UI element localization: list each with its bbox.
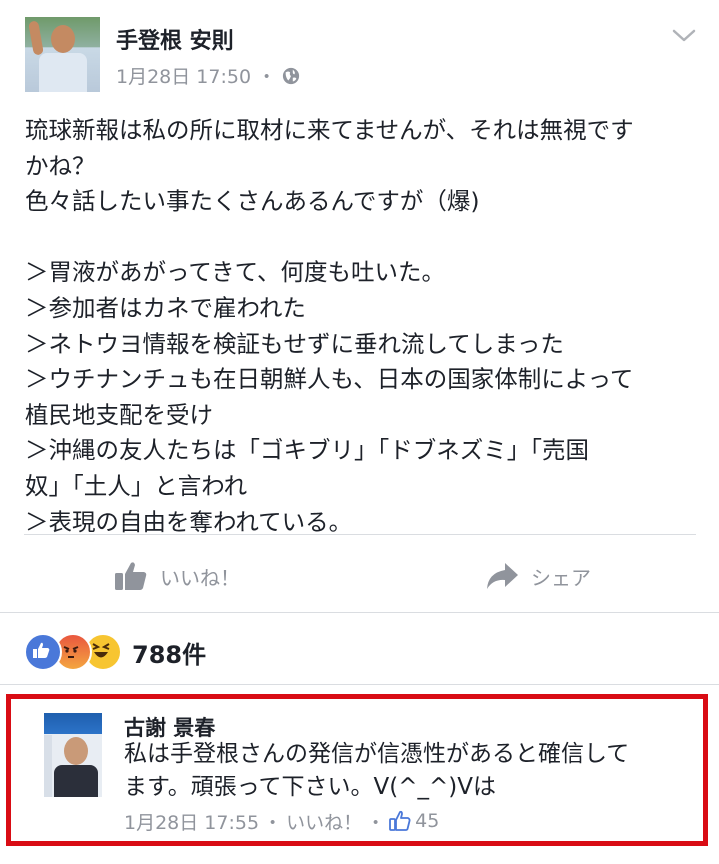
- meta-separator: ・: [257, 66, 277, 88]
- post-body-line: ＞ネトウヨ情報を検証もせずに垂れ流してしまった: [25, 329, 564, 358]
- post-header: 手登根 安則 1月28日 17:50 ・: [0, 0, 719, 105]
- like-button-label: いいね！: [160, 565, 240, 590]
- post-body-line: [25, 220, 697, 256]
- reactions-summary[interactable]: 788件: [24, 632, 206, 672]
- commenter-avatar[interactable]: [44, 713, 102, 797]
- comment-text-line: 私は手登根さんの発信が信憑性があると確信して: [124, 741, 630, 767]
- post-body-line: ＞沖縄の友人たちは「ゴキブリ」「ドブネズミ」「売国: [25, 436, 589, 465]
- divider: [24, 534, 696, 535]
- post-menu-button[interactable]: [670, 26, 698, 46]
- chevron-down-icon: [672, 29, 696, 42]
- post-meta: 1月28日 17:50 ・: [116, 62, 300, 89]
- comment-text-line: ます。頑張って下さい。V(^_^)Vは: [124, 774, 497, 800]
- reaction-count: 788件: [132, 640, 207, 669]
- post-body-line: 奴」「土人」と言われ: [25, 471, 248, 500]
- comment-separator: ・: [263, 811, 283, 834]
- globe-icon: [282, 67, 300, 84]
- comment-like-link[interactable]: いいね！: [286, 808, 362, 835]
- post-timestamp[interactable]: 1月28日 17:50: [116, 62, 251, 89]
- post-body: 琉球新報は私の所に取材に来てませんが、それは無視です かね？ 色々話したい事たく…: [25, 113, 697, 540]
- comment-like-count[interactable]: 45: [415, 810, 439, 832]
- author-name[interactable]: 手登根 安則: [116, 23, 234, 55]
- thumbs-up-icon: [115, 562, 147, 590]
- post-body-line: ＞胃液があがってきて、何度も吐いた。: [25, 258, 445, 287]
- author-avatar[interactable]: [25, 17, 100, 92]
- post-body-line: かね？: [25, 151, 96, 180]
- comment-text: 私は手登根さんの発信が信憑性があると確信して ます。頑張って下さい。V(^_^)…: [124, 738, 694, 804]
- like-reaction-icon: [24, 633, 62, 671]
- divider: [0, 612, 719, 613]
- comment-separator: ・: [366, 811, 386, 834]
- thumbs-up-icon: [389, 810, 411, 831]
- share-arrow-icon: [487, 563, 518, 589]
- post-body-line: 色々話したい事たくさんあるんですが（爆): [25, 187, 480, 216]
- like-button[interactable]: いいね！: [114, 558, 240, 594]
- comment-timestamp[interactable]: 1月28日 17:55: [124, 808, 259, 835]
- comment-meta: 1月28日 17:55 ・ いいね！ ・ 45: [124, 806, 439, 836]
- divider: [0, 684, 719, 685]
- post-body-line: 琉球新報は私の所に取材に来てませんが、それは無視です: [25, 116, 634, 144]
- post-body-line: ＞ウチナンチュも在日朝鮮人も、日本の国家体制によって: [25, 365, 634, 394]
- post-body-line: 植民地支配を受け: [25, 400, 213, 429]
- share-button-label: シェア: [531, 565, 591, 590]
- share-button[interactable]: シェア: [485, 558, 591, 594]
- post-body-line: ＞参加者はカネで雇われた: [25, 293, 306, 322]
